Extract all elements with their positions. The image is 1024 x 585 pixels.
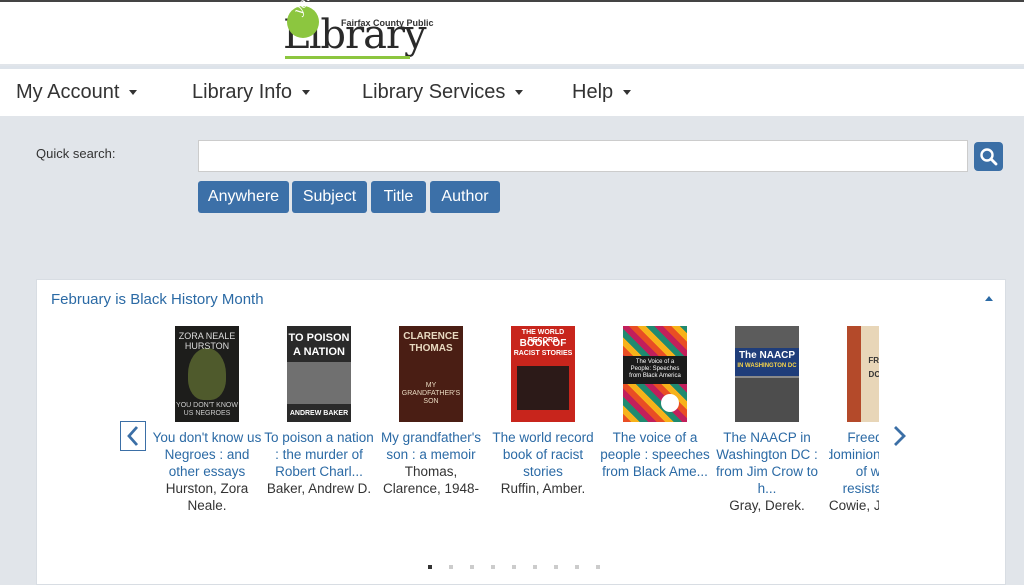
search-icon bbox=[980, 148, 998, 166]
book-author: Cowie, Jefferson bbox=[829, 498, 879, 513]
cover-text: The Voice of a bbox=[635, 359, 675, 365]
nav-library-services[interactable]: Library Services bbox=[362, 81, 524, 104]
filter-author-button[interactable]: Author bbox=[430, 181, 500, 213]
cover-text: TO POISON bbox=[288, 332, 350, 344]
book-author: Baker, Andrew D. bbox=[266, 481, 372, 496]
book-author: Thomas, Clarence, 1948- bbox=[382, 464, 480, 496]
logo-underline bbox=[285, 56, 410, 59]
carousel-book-item[interactable]: The Voice of a People: Speeches from Bla… bbox=[599, 326, 711, 480]
carousel-prev-button[interactable] bbox=[120, 421, 146, 451]
search-button[interactable] bbox=[974, 142, 1003, 171]
quick-search-label: Quick search: bbox=[36, 146, 116, 161]
nav-label: My Account bbox=[16, 81, 120, 103]
book-cover[interactable]: FREE DOMI bbox=[847, 326, 879, 422]
cover-text: THOMAS bbox=[409, 343, 453, 354]
book-title-link[interactable]: You don't know us Negroes : and other es… bbox=[151, 429, 263, 480]
pagination-dot[interactable] bbox=[449, 565, 453, 569]
book-title-link[interactable]: The NAACP in Washington DC : from Jim Cr… bbox=[711, 429, 823, 497]
cover-text: BOOK OF bbox=[519, 338, 567, 349]
pagination-dot[interactable] bbox=[428, 565, 432, 569]
nav-label: Library Info bbox=[192, 81, 293, 103]
filter-title-button[interactable]: Title bbox=[371, 181, 426, 213]
cover-art bbox=[517, 366, 569, 410]
library-logo[interactable]: Library your Fairfax County Public bbox=[283, 0, 434, 66]
cover-text: CLARENCE bbox=[403, 331, 459, 342]
book-cover[interactable]: The NAACP IN WASHINGTON DC bbox=[735, 326, 799, 422]
carousel-title[interactable]: February is Black History Month bbox=[51, 291, 264, 308]
pagination-dot[interactable] bbox=[470, 565, 474, 569]
pagination-dot[interactable] bbox=[596, 565, 600, 569]
cover-text: GRANDFATHER'S bbox=[401, 390, 461, 397]
book-title-link[interactable]: The world record book of racist stories bbox=[487, 429, 599, 480]
book-title-link[interactable]: To poison a nation : the murder of Rober… bbox=[263, 429, 375, 480]
cover-photo-bottom bbox=[735, 378, 799, 422]
pagination-dot[interactable] bbox=[491, 565, 495, 569]
cover-text: HURSTON bbox=[184, 341, 230, 351]
pagination-dot[interactable] bbox=[554, 565, 558, 569]
book-cover[interactable]: ZORA NEALE HURSTON YOU DON'T KNOW US NEG… bbox=[175, 326, 239, 422]
cover-text: YOU DON'T KNOW bbox=[176, 402, 238, 409]
book-author: Gray, Derek. bbox=[729, 498, 805, 513]
cover-text: People: Speeches bbox=[630, 366, 680, 372]
book-author: Ruffin, Amber. bbox=[500, 481, 586, 496]
book-title-link[interactable]: My grandfather's son : a memoir bbox=[375, 429, 487, 463]
book-cover[interactable]: THE WORLD RECORD BOOK OF RACIST STORIES bbox=[511, 326, 575, 422]
filter-subject-button[interactable]: Subject bbox=[292, 181, 367, 213]
caret-down-icon bbox=[129, 90, 138, 96]
carousel-clip: FREE DOMI Freedom's dominion : a saga of… bbox=[829, 320, 879, 520]
caret-down-icon bbox=[515, 90, 524, 96]
pagination-dot[interactable] bbox=[533, 565, 537, 569]
cover-text: ZORA NEALE bbox=[178, 331, 236, 341]
nav-help[interactable]: Help bbox=[572, 81, 632, 104]
book-cover[interactable]: The Voice of a People: Speeches from Bla… bbox=[623, 326, 687, 422]
featured-carousel-panel: February is Black History Month ZORA NEA… bbox=[36, 279, 1006, 585]
cover-text: IN WASHINGTON DC bbox=[737, 363, 797, 369]
nav-my-account[interactable]: My Account bbox=[16, 81, 138, 104]
nav-label: Library Services bbox=[362, 81, 506, 103]
book-author: Hurston, Zora Neale. bbox=[165, 481, 249, 513]
logo-org-name: Fairfax County Public bbox=[341, 18, 434, 28]
caret-down-icon bbox=[623, 90, 632, 96]
cover-text: MY bbox=[425, 382, 437, 389]
cover-art bbox=[287, 362, 351, 404]
caret-down-icon bbox=[302, 90, 311, 96]
quick-search-input[interactable] bbox=[198, 140, 968, 172]
cover-sticker bbox=[661, 394, 679, 412]
carousel-book-item[interactable]: THE WORLD RECORD BOOK OF RACIST STORIES … bbox=[487, 326, 599, 497]
carousel-book-item[interactable]: CLARENCE THOMAS MY GRANDFATHER'S SON My … bbox=[375, 326, 487, 497]
book-title-link[interactable]: Freedom's dominion : a saga of white res… bbox=[829, 429, 879, 497]
main-nav: My Account Library Info Library Services… bbox=[0, 66, 1024, 116]
pagination-dot[interactable] bbox=[575, 565, 579, 569]
book-cover[interactable]: TO POISON A NATION ANDREW BAKER bbox=[287, 326, 351, 422]
cover-text: DOMI bbox=[868, 370, 879, 379]
nav-library-info[interactable]: Library Info bbox=[192, 81, 311, 104]
pagination-dot[interactable] bbox=[512, 565, 516, 569]
collapse-caret-icon[interactable] bbox=[985, 296, 993, 301]
site-header: Library your Fairfax County Public bbox=[0, 0, 1024, 64]
cover-text: FREE bbox=[868, 356, 879, 365]
carousel-book-item[interactable]: ZORA NEALE HURSTON YOU DON'T KNOW US NEG… bbox=[151, 326, 263, 514]
cover-text: ANDREW BAKER bbox=[289, 410, 349, 417]
carousel-book-item[interactable]: TO POISON A NATION ANDREW BAKER To poiso… bbox=[263, 326, 375, 497]
carousel-book-item[interactable]: FREE DOMI Freedom's dominion : a saga of… bbox=[829, 326, 879, 514]
cover-text: A NATION bbox=[293, 346, 345, 358]
book-cover[interactable]: CLARENCE THOMAS MY GRANDFATHER'S SON bbox=[399, 326, 463, 422]
cover-art bbox=[188, 348, 226, 400]
carousel-next-button[interactable] bbox=[887, 421, 913, 451]
cover-text: The NAACP bbox=[738, 350, 796, 361]
cover-photo-top bbox=[735, 326, 799, 348]
chevron-left-icon bbox=[127, 426, 139, 446]
cover-text: from Black America bbox=[629, 373, 681, 379]
chevron-right-icon bbox=[894, 426, 906, 446]
cover-text: SON bbox=[423, 398, 439, 405]
filter-anywhere-button[interactable]: Anywhere bbox=[198, 181, 289, 213]
cover-text: US NEGROES bbox=[183, 410, 231, 417]
cover-text: RACIST STORIES bbox=[513, 350, 573, 357]
carousel-book-item[interactable]: The NAACP IN WASHINGTON DC The NAACP in … bbox=[711, 326, 823, 514]
book-title-link[interactable]: The voice of a people : speeches from Bl… bbox=[599, 429, 711, 480]
nav-label: Help bbox=[572, 81, 614, 103]
